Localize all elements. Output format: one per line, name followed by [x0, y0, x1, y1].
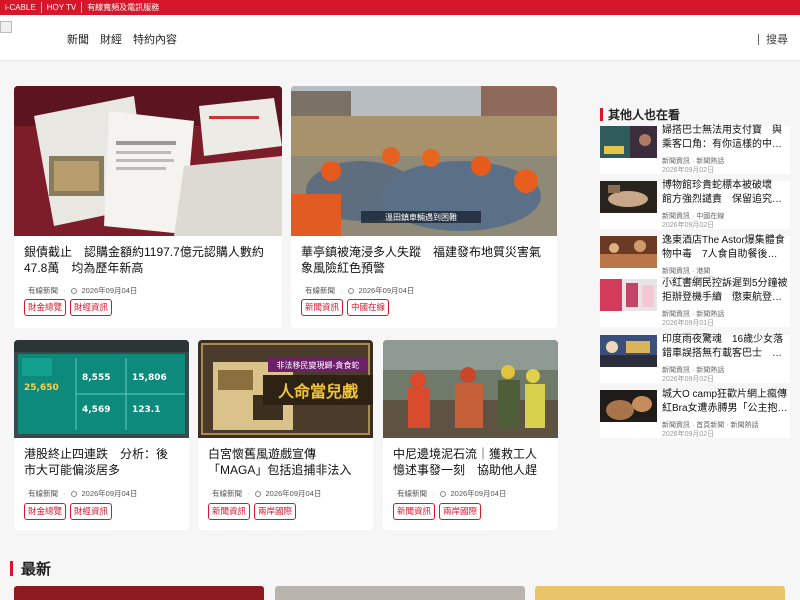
news-card-source: 有線新聞 [212, 489, 242, 498]
clock-icon [254, 490, 261, 497]
search-label: 搜尋 [766, 34, 788, 46]
sidebar-item-date: 2026年09月02日 [662, 167, 715, 174]
news-card-meta: 有線新聞 · 2026年09月04日 [397, 489, 507, 498]
tag-link[interactable]: 新聞資訊 [301, 299, 344, 316]
news-card-meta: 有線新聞 · 2026年09月04日 [28, 489, 138, 498]
screen-value: 25,650 [24, 383, 59, 393]
news-card-title[interactable]: 白宮懷舊風遊戲宣傳「MAGA」包括追捕非法入境者 人權組織：… [208, 446, 363, 479]
news-card[interactable]: 中尼邊境泥石流｜獲救工人憶述事發一刻 協助他人趕不及撤離 仍… 有線新聞 · 2… [383, 340, 558, 530]
search-button[interactable]: 搜尋 [758, 31, 788, 47]
news-card-image-caption: 溫田鎮車輛遇到困難 [385, 212, 457, 222]
news-card-date: 2026年09月04日 [358, 286, 415, 295]
tag-link[interactable]: 兩岸國際 [439, 503, 482, 520]
tag-link[interactable]: 新聞資訊 [393, 503, 436, 520]
news-card[interactable]: 25,650 8,555 15,806 4,569 123.1 港股終止四連跌 … [14, 340, 189, 530]
tag-link[interactable]: 財經資訊 [70, 299, 113, 316]
news-card-image [383, 340, 558, 438]
tag-link[interactable]: 中國在線 [347, 299, 390, 316]
news-card-title[interactable]: 港股終止四連跌 分析：後市大可能偏淡居多 [24, 446, 179, 479]
news-card-date: 2026年09月04日 [450, 489, 507, 498]
latest-card-image[interactable] [14, 586, 264, 600]
main-nav: 新聞 財經 特約內容 [67, 31, 177, 47]
tag-link[interactable]: 財金總覽 [24, 299, 67, 316]
tag-link[interactable]: 兩岸國際 [254, 503, 297, 520]
sidebar-item-title[interactable]: 印度雨夜驚魂 16歲少女落錯車誤搭無冇載客巴士 … [662, 333, 789, 361]
nav-item-finance[interactable]: 財經 [100, 31, 122, 47]
screen-value: 4,569 [82, 405, 110, 415]
latest-card-image[interactable] [275, 586, 525, 600]
news-card-meta: 有線新聞 · 2026年09月04日 [305, 286, 415, 295]
sidebar-item-title[interactable]: 逸東酒店The Astor爆集體食物中毒 7人食自助餐後… [662, 234, 789, 262]
news-card-tags: 新聞資訊 中國在線 [301, 299, 390, 316]
sidebar-item-date: 2026年09月02日 [662, 222, 715, 229]
screen-value: 15,806 [132, 373, 167, 383]
news-card-tags: 新聞資訊 兩岸國際 [208, 503, 297, 520]
top-utility-bar: i-CABLE HOY TV 有線寬頻及電訊服務 [0, 0, 800, 15]
sidebar-item-date: 2026年09月01日 [662, 320, 715, 327]
news-card-meta: 有線新聞 · 2026年09月04日 [28, 286, 138, 295]
sidebar-item-image [600, 335, 657, 367]
sidebar-item-title[interactable]: 婦搭巴士無法用支付寶 與乘客口角：有你這樣的中… [662, 124, 789, 152]
news-card-title[interactable]: 中尼邊境泥石流｜獲救工人憶述事發一刻 協助他人趕不及撤離 仍… [393, 446, 548, 479]
nav-item-news[interactable]: 新聞 [67, 31, 89, 47]
site-logo[interactable] [0, 21, 12, 33]
image-banner-text: 人命當兒戲 [278, 382, 359, 401]
sidebar-item-title[interactable]: 博物館珍貴蛇標本被破壞 館方強烈譴責 保留追究… [662, 179, 789, 207]
news-card-date: 2026年09月04日 [81, 286, 138, 295]
news-card-meta: 有線新聞 · 2026年09月04日 [212, 489, 322, 498]
site-header: 新聞 財經 特約內容 搜尋 [0, 15, 800, 61]
latest-section-heading: 最新 [10, 558, 51, 579]
news-card-image [14, 86, 282, 236]
sidebar-heading: 其他人也在看 [600, 106, 680, 123]
news-card-date: 2026年09月04日 [81, 489, 138, 498]
news-card-date: 2026年09月04日 [265, 489, 322, 498]
sidebar-item-image [600, 279, 657, 311]
nav-item-sponsored[interactable]: 特約內容 [133, 31, 177, 47]
sidebar-item-image [600, 126, 657, 158]
tag-link[interactable]: 財金總覽 [24, 503, 67, 520]
sidebar-item-image [600, 236, 657, 268]
clock-icon [439, 490, 446, 497]
clock-icon [347, 287, 354, 294]
sidebar-item[interactable]: 小紅書網民控訴遲到5分鐘被拒辦登機手續 懲東航登… 新聞資訊 · 新聞熱話 20… [600, 277, 790, 327]
news-card[interactable]: 溫田鎮車輛遇到困難 華亭鎮被淹浸多人失蹤 福建發布地質災害氣象風險紅色預警 有線… [291, 86, 557, 328]
news-card[interactable]: 銀債截止 認購金額約1197.7億元認購人數約47.8萬 均為歷年新高 有線新聞… [14, 86, 282, 328]
news-card-source: 有線新聞 [28, 286, 58, 295]
sidebar-item-title[interactable]: 城大O camp狂歡片網上瘋傳 紅Bra女遭赤膊男「公主抱… [662, 388, 789, 416]
news-card-tags: 財金總覽 財經資訊 [24, 503, 113, 520]
news-card-source: 有線新聞 [305, 286, 335, 295]
sidebar-item-image [600, 390, 657, 422]
sidebar-item[interactable]: 印度雨夜驚魂 16歲少女落錯車誤搭無冇載客巴士 … 新聞資訊 · 新聞熱話 20… [600, 333, 790, 383]
image-banner-text: 非法移民變現歸-貪食蛇 [277, 360, 360, 370]
sidebar-item-date: 2026年09月02日 [662, 376, 715, 383]
news-card-tags: 財金總覽 財經資訊 [24, 299, 113, 316]
clock-icon [70, 287, 77, 294]
news-card-image: 非法移民變現歸-貪食蛇 人命當兒戲 [198, 340, 373, 438]
sidebar-item[interactable]: 城大O camp狂歡片網上瘋傳 紅Bra女遭赤膊男「公主抱… 新聞資訊 · 首頁… [600, 388, 790, 438]
topbar-link-icable[interactable]: i-CABLE [0, 2, 42, 13]
topbar-link-broadband[interactable]: 有線寬頻及電訊服務 [82, 2, 164, 13]
search-icon [758, 33, 759, 45]
sidebar-item-date: 2026年09月02日 [662, 431, 715, 438]
sidebar-item-image [600, 181, 657, 213]
clock-icon [70, 490, 77, 497]
tag-link[interactable]: 財經資訊 [70, 503, 113, 520]
news-card-tags: 新聞資訊 兩岸國際 [393, 503, 482, 520]
latest-card-image[interactable] [535, 586, 785, 600]
topbar-link-hoytv[interactable]: HOY TV [42, 2, 83, 13]
sidebar-item[interactable]: 婦搭巴士無法用支付寶 與乘客口角：有你這樣的中… 新聞資訊 · 新聞熱話 202… [600, 124, 790, 174]
news-card-source: 有線新聞 [28, 489, 58, 498]
sidebar-item[interactable]: 博物館珍貴蛇標本被破壞 館方強烈譴責 保留追究… 新聞資訊 · 中國在線 202… [600, 179, 790, 229]
screen-value: 123.1 [132, 405, 160, 415]
news-card-image: 25,650 8,555 15,806 4,569 123.1 [14, 340, 189, 438]
news-card-source: 有線新聞 [397, 489, 427, 498]
news-card[interactable]: 非法移民變現歸-貪食蛇 人命當兒戲 白宮懷舊風遊戲宣傳「MAGA」包括追捕非法入… [198, 340, 373, 530]
news-card-image: 溫田鎮車輛遇到困難 [291, 86, 557, 236]
news-card-title[interactable]: 華亭鎮被淹浸多人失蹤 福建發布地質災害氣象風險紅色預警 [301, 244, 547, 277]
screen-value: 8,555 [82, 373, 110, 383]
sidebar-item-title[interactable]: 小紅書網民控訴遲到5分鐘被拒辦登機手續 懲東航登… [662, 277, 789, 305]
news-card-title[interactable]: 銀債截止 認購金額約1197.7億元認購人數約47.8萬 均為歷年新高 [24, 244, 272, 277]
tag-link[interactable]: 新聞資訊 [208, 503, 251, 520]
